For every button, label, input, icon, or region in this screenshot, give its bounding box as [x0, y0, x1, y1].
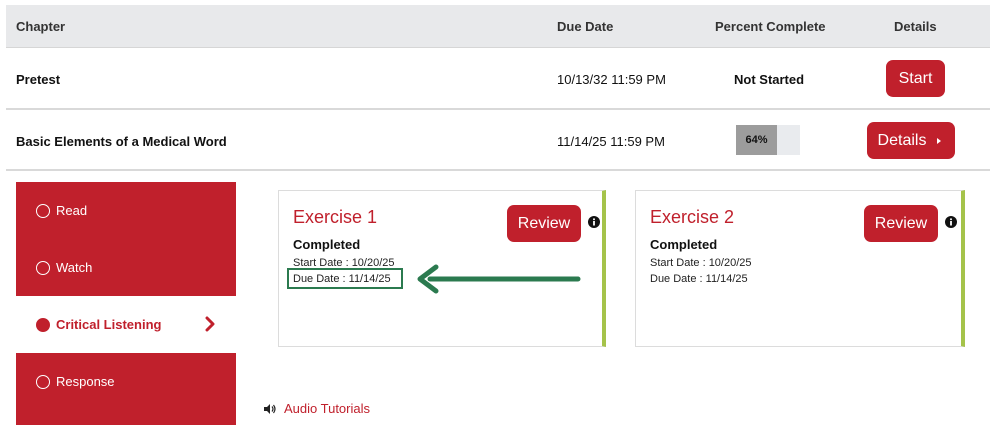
- review-button[interactable]: Review: [507, 205, 581, 242]
- caret-right-icon: [937, 137, 942, 144]
- due-date: 11/14/25 11:59 PM: [557, 134, 665, 149]
- chapter-name: Basic Elements of a Medical Word: [16, 134, 227, 149]
- header-chapter: Chapter: [16, 19, 66, 34]
- due-date-highlight-box: [287, 268, 403, 289]
- progress-label: 64%: [745, 134, 768, 146]
- exercise-due-date: Due Date : 11/14/25: [650, 273, 748, 285]
- chevron-right-icon: [205, 316, 215, 332]
- sidebar-item-label: Watch: [56, 260, 93, 275]
- chapter-name: Pretest: [16, 72, 61, 87]
- arrow-left-icon: [417, 264, 581, 294]
- status-text: Not Started: [734, 72, 805, 87]
- radio-empty-icon: [36, 374, 50, 389]
- sidebar-item-label: Critical Listening: [56, 317, 162, 332]
- radio-empty-icon: [36, 260, 50, 275]
- start-button[interactable]: Start: [886, 60, 945, 97]
- table-row: Basic Elements of a Medical Word 11/14/2…: [6, 110, 990, 171]
- table-header: Chapter Due Date Percent Complete Detail…: [6, 5, 990, 48]
- audio-tutorials-label: Audio Tutorials: [284, 401, 370, 416]
- exercise-status: Completed: [650, 237, 718, 252]
- exercise-title: Exercise 2: [650, 207, 735, 227]
- sidebar-item-response[interactable]: Response: [16, 353, 236, 425]
- exercise-card: Exercise 2 Completed Start Date : 10/20/…: [635, 190, 965, 347]
- sidebar-item-critical-listening[interactable]: Critical Listening: [16, 296, 236, 353]
- radio-filled-icon: [36, 317, 50, 332]
- info-icon[interactable]: [945, 216, 957, 228]
- review-button-label: Review: [874, 214, 928, 232]
- table-row: Pretest 10/13/32 11:59 PM Not Started St…: [6, 49, 990, 110]
- header-details: Details: [894, 19, 937, 34]
- exercise-start-date: Start Date : 10/20/25: [650, 257, 752, 269]
- sidebar-item-read[interactable]: Read: [16, 182, 236, 239]
- start-button-label: Start: [898, 69, 933, 87]
- header-due-date: Due Date: [557, 19, 614, 34]
- details-button-label: Details: [877, 131, 927, 149]
- sidebar-item-label: Response: [56, 374, 115, 389]
- progress-bar: 64%: [736, 125, 800, 155]
- header-percent-complete: Percent Complete: [715, 19, 826, 34]
- details-button[interactable]: Details: [867, 122, 955, 159]
- sidebar-item-label: Read: [56, 203, 88, 218]
- speaker-icon: [264, 403, 276, 414]
- info-icon[interactable]: [588, 216, 600, 228]
- progress-fill: 64%: [736, 125, 777, 155]
- review-button[interactable]: Review: [864, 205, 938, 242]
- audio-tutorials-link[interactable]: Audio Tutorials: [263, 401, 370, 416]
- due-date: 10/13/32 11:59 PM: [557, 72, 666, 87]
- sidebar-item-watch[interactable]: Watch: [16, 239, 236, 296]
- review-button-label: Review: [517, 214, 571, 232]
- exercise-title: Exercise 1: [293, 207, 378, 227]
- exercise-status: Completed: [293, 237, 361, 252]
- radio-empty-icon: [36, 203, 50, 218]
